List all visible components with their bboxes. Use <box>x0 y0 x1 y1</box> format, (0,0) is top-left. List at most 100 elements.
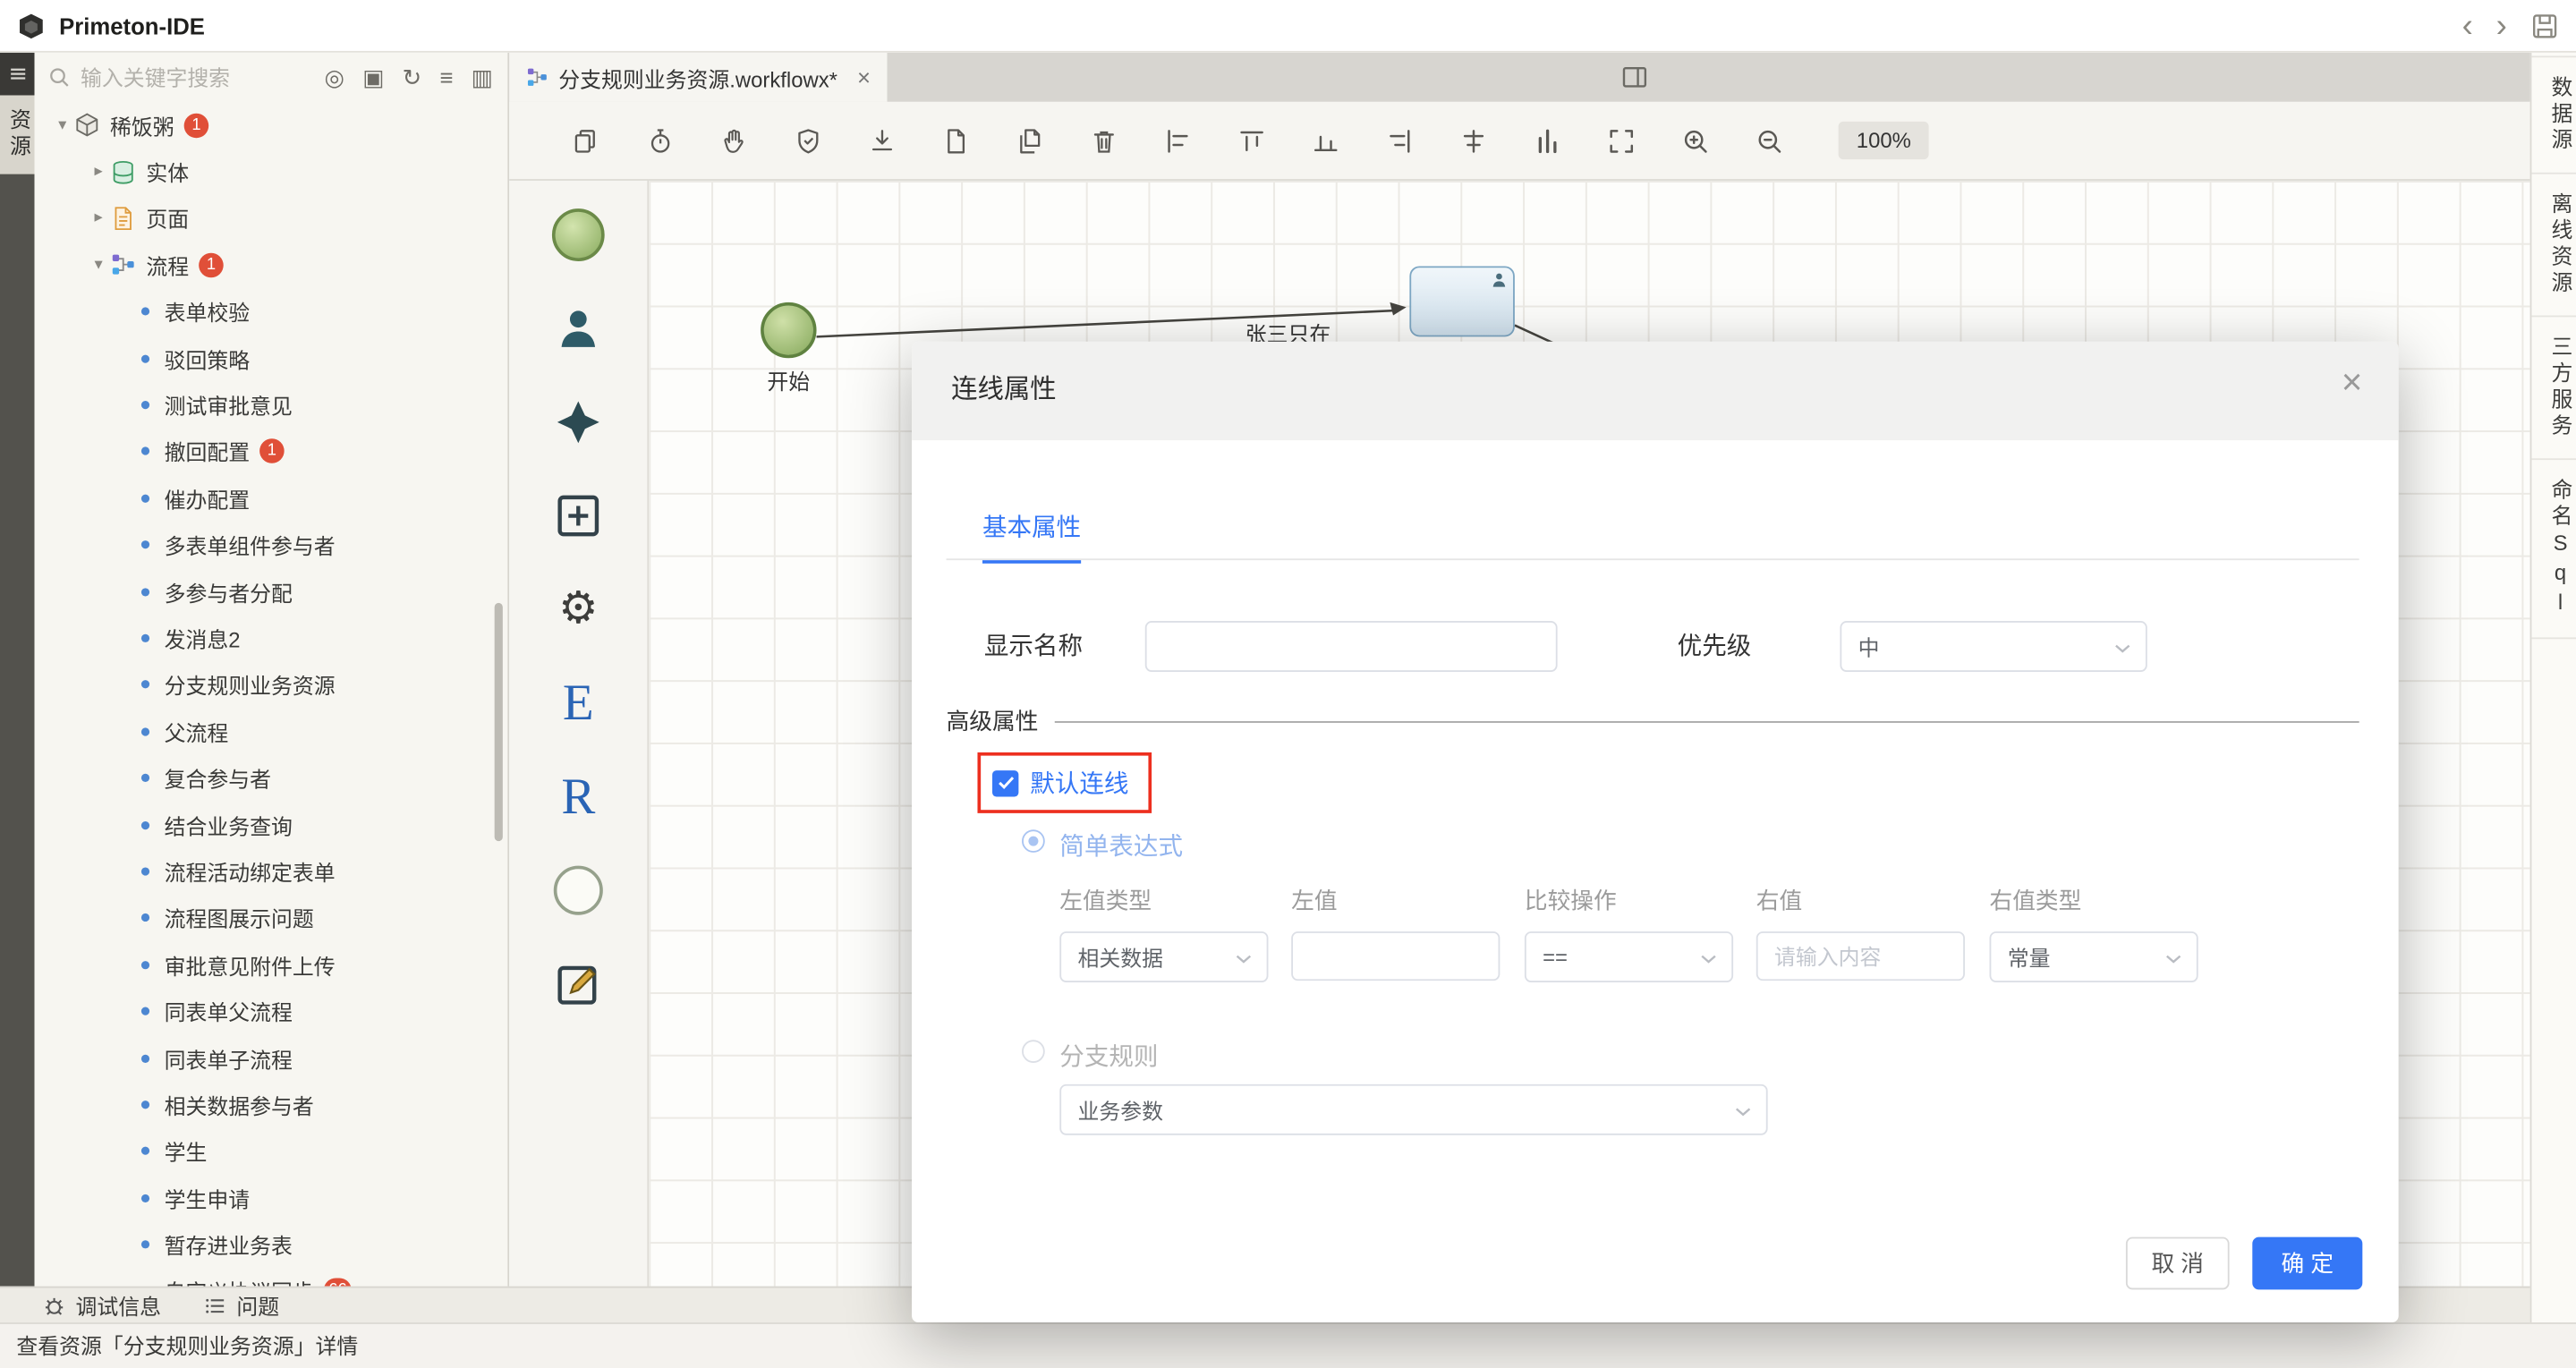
tree-item[interactable]: 学生申请 <box>35 1175 508 1221</box>
search-input[interactable] <box>80 64 315 90</box>
editor-tab-active[interactable]: 分支规则业务资源.workflowx* × <box>509 52 888 102</box>
left-type-select[interactable]: 相关数据 <box>1059 931 1269 982</box>
priority-select[interactable]: 中 <box>1840 621 2147 672</box>
tab-close-icon[interactable]: × <box>857 64 871 90</box>
right-value-input[interactable] <box>1756 931 1965 981</box>
palette-subprocess[interactable] <box>509 468 647 562</box>
cancel-button[interactable]: 取 消 <box>2125 1236 2230 1290</box>
distribute-button[interactable] <box>1533 125 1562 155</box>
refresh-icon[interactable]: ↻ <box>403 65 422 89</box>
palette-service-task[interactable]: ⚙ <box>509 562 647 656</box>
tree-item-project[interactable]: ▾ 稀饭粥 1 <box>35 102 508 149</box>
locate-icon[interactable]: ◎ <box>324 65 344 89</box>
tree-item[interactable]: 多参与者分配 <box>35 568 508 615</box>
tree-item-page[interactable]: ▸ 页面 <box>35 195 508 242</box>
right-rail-tab[interactable]: 离线资源 <box>2531 174 2576 318</box>
task-node[interactable] <box>1409 266 1515 337</box>
tree-item[interactable]: 审批意见附件上传 <box>35 941 508 988</box>
chevron-collapsed-icon[interactable]: ▸ <box>87 209 110 227</box>
tree-item[interactable]: 学生 <box>35 1128 508 1175</box>
palette-rule-node[interactable]: R <box>509 749 647 843</box>
tree-item[interactable]: 撤回配置 1 <box>35 429 508 475</box>
tree-item[interactable]: 自定义协议同步 66 <box>35 1268 508 1287</box>
tab-basic-properties[interactable]: 基本属性 <box>982 509 1082 564</box>
tree-item[interactable]: 父流程 <box>35 709 508 755</box>
align-right-button[interactable] <box>1385 125 1415 155</box>
resources-rail-tab[interactable]: 资源 <box>0 95 35 174</box>
branch-rule-select[interactable]: 业务参数 <box>1059 1083 1768 1135</box>
tree-item[interactable]: 催办配置 <box>35 475 508 522</box>
chevron-collapsed-icon[interactable]: ▸ <box>87 163 110 181</box>
palette-end-node[interactable] <box>509 843 647 937</box>
collapse-all-icon[interactable]: ▥ <box>472 65 493 89</box>
tree-item[interactable]: 同表单父流程 <box>35 988 508 1034</box>
menu-icon[interactable] <box>0 52 35 96</box>
default-line-checkbox[interactable] <box>992 769 1019 796</box>
debug-info-tab[interactable]: 调试信息 <box>43 1289 161 1321</box>
export-button[interactable] <box>867 125 897 155</box>
tree-item-label: 稀饭粥 <box>110 114 174 140</box>
pan-hand-button[interactable] <box>719 125 749 155</box>
simple-expression-radio[interactable] <box>1022 829 1045 853</box>
start-node[interactable] <box>761 302 817 359</box>
save-layout-icon[interactable] <box>2530 11 2560 40</box>
tree-item-process[interactable]: ▾ 流程 1 <box>35 242 508 288</box>
tree-item[interactable]: 流程图展示问题 <box>35 895 508 941</box>
tree-item[interactable]: 同表单子流程 <box>35 1034 508 1081</box>
compare-select[interactable]: == <box>1524 931 1734 982</box>
palette-manual-activity[interactable] <box>509 281 647 375</box>
tree-item[interactable]: 流程活动绑定表单 <box>35 848 508 895</box>
align-center-button[interactable] <box>1458 125 1488 155</box>
tree-item[interactable]: 测试审批意见 <box>35 382 508 429</box>
chevron-expanded-icon[interactable]: ▾ <box>87 256 110 274</box>
resource-dot-icon <box>140 401 150 410</box>
align-top-button[interactable] <box>1237 125 1267 155</box>
forward-icon[interactable]: › <box>2496 9 2507 42</box>
zoom-level[interactable]: 100% <box>1838 121 1930 160</box>
right-rail-tab[interactable]: 数据源 <box>2531 55 2576 174</box>
tree-item[interactable]: 结合业务查询 <box>35 802 508 848</box>
branch-rule-radio[interactable] <box>1022 1040 1045 1063</box>
paste-button[interactable] <box>572 125 601 155</box>
validate-button[interactable] <box>794 125 823 155</box>
right-rail-tab[interactable]: 命名Sql <box>2531 460 2576 640</box>
palette-start-node[interactable] <box>509 187 647 281</box>
tree-item[interactable]: 驳回策略 <box>35 335 508 381</box>
tree-item[interactable]: 复合参与者 <box>35 755 508 802</box>
left-value-input[interactable] <box>1291 931 1501 981</box>
display-name-input[interactable] <box>1144 621 1558 672</box>
copy-button[interactable] <box>1016 125 1045 155</box>
align-left-button[interactable] <box>1163 125 1193 155</box>
sort-icon[interactable]: ≡ <box>439 65 453 89</box>
document-button[interactable] <box>941 125 971 155</box>
delete-button[interactable] <box>1089 125 1118 155</box>
right-type-select[interactable]: 常量 <box>1989 931 2198 982</box>
tree-item[interactable]: 表单校验 <box>35 288 508 335</box>
problems-tab[interactable]: 问题 <box>204 1289 279 1321</box>
right-rail-tab[interactable]: 三方服务 <box>2531 317 2576 461</box>
fit-screen-button[interactable] <box>1607 125 1637 155</box>
align-bottom-button[interactable] <box>1311 125 1340 155</box>
palette-note[interactable] <box>509 937 647 1031</box>
tree-item[interactable]: 暂存进业务表 <box>35 1221 508 1268</box>
chevron-expanded-icon[interactable]: ▾ <box>51 116 74 134</box>
dialog-close-icon[interactable]: × <box>2342 364 2363 401</box>
back-icon[interactable]: ‹ <box>2462 9 2473 42</box>
palette-entity-node[interactable]: E <box>509 656 647 750</box>
tree-item[interactable]: 发消息2 <box>35 615 508 661</box>
zoom-in-button[interactable] <box>1680 125 1710 155</box>
module-icon[interactable]: ▣ <box>362 65 384 89</box>
tree-item-label: 学生 <box>164 1140 208 1166</box>
history-button[interactable] <box>646 125 676 155</box>
split-layout-icon[interactable] <box>1620 63 1649 92</box>
tree-item-label: 学生申请 <box>164 1186 251 1212</box>
zoom-out-button[interactable] <box>1755 125 1784 155</box>
sidebar-scrollbar[interactable] <box>494 602 503 842</box>
tree-item[interactable]: 多表单组件参与者 <box>35 522 508 568</box>
ok-button[interactable]: 确 定 <box>2252 1236 2363 1290</box>
display-name-label: 显示名称 <box>983 632 1084 661</box>
tree-item[interactable]: 相关数据参与者 <box>35 1082 508 1128</box>
tree-item-entity[interactable]: ▸ 实体 <box>35 149 508 195</box>
palette-decision[interactable] <box>509 375 647 469</box>
tree-item[interactable]: 分支规则业务资源 <box>35 661 508 708</box>
